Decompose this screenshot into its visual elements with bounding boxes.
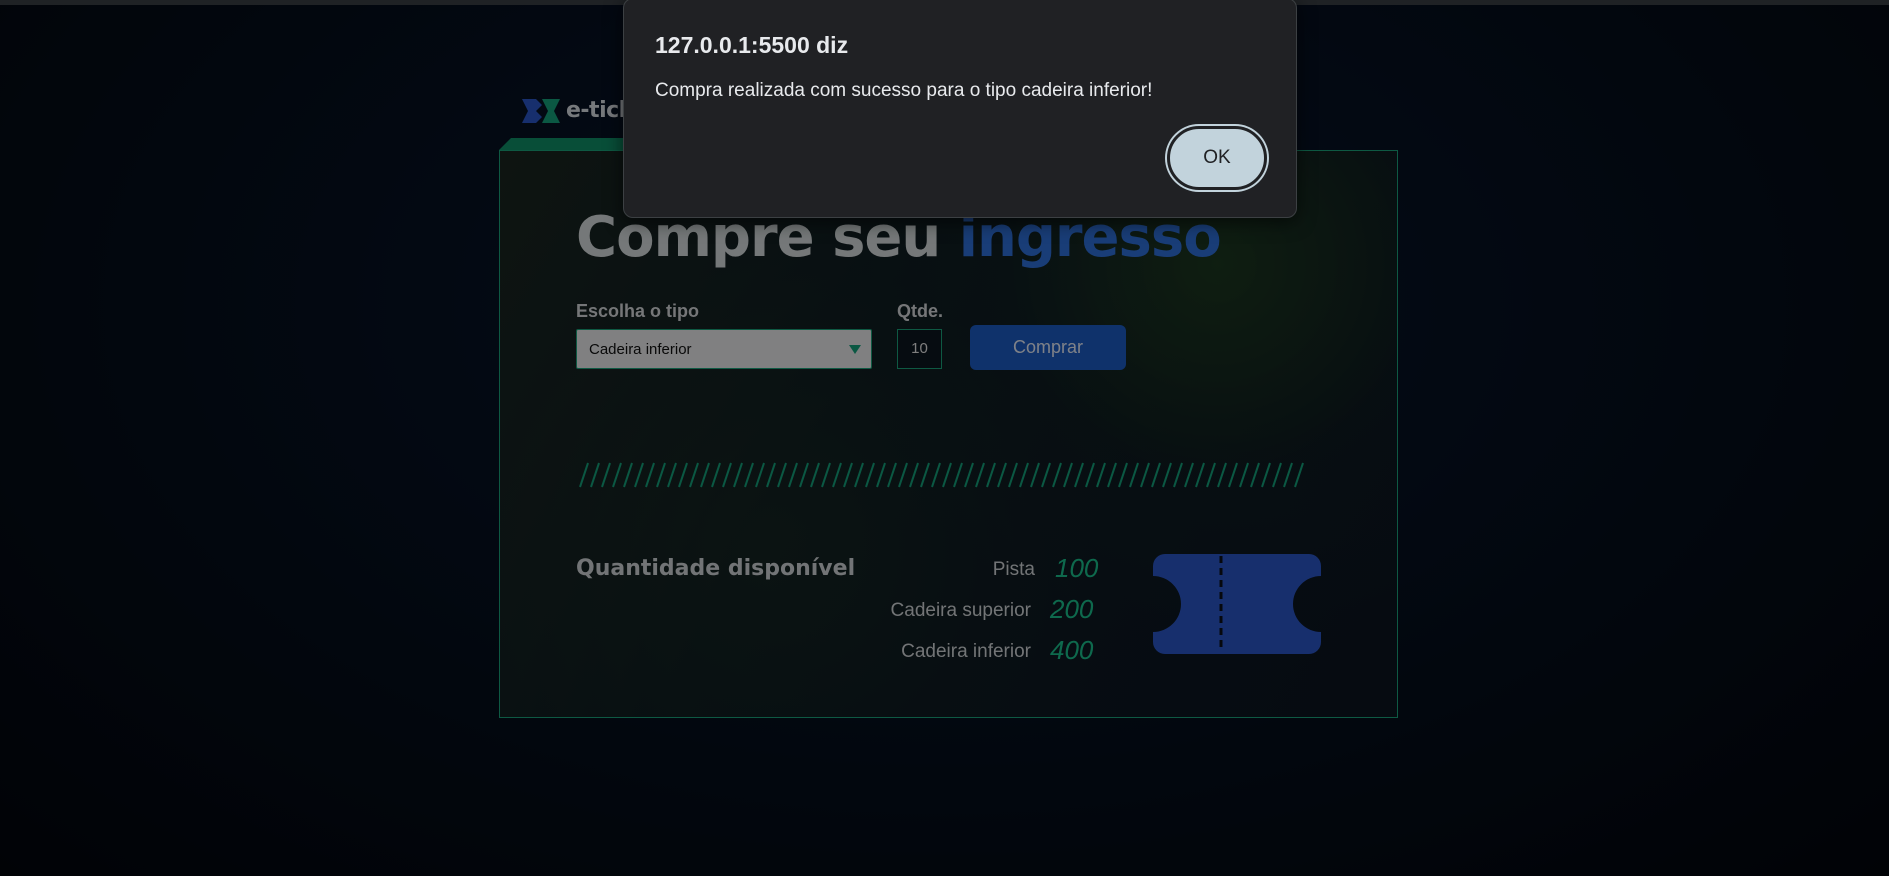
dialog-message: Compra realizada com sucesso para o tipo… <box>655 80 1153 101</box>
ok-button[interactable]: OK <box>1167 126 1267 190</box>
alert-dialog: 127.0.0.1:5500 diz Compra realizada com … <box>623 0 1297 218</box>
dialog-title: 127.0.0.1:5500 diz <box>655 32 849 58</box>
